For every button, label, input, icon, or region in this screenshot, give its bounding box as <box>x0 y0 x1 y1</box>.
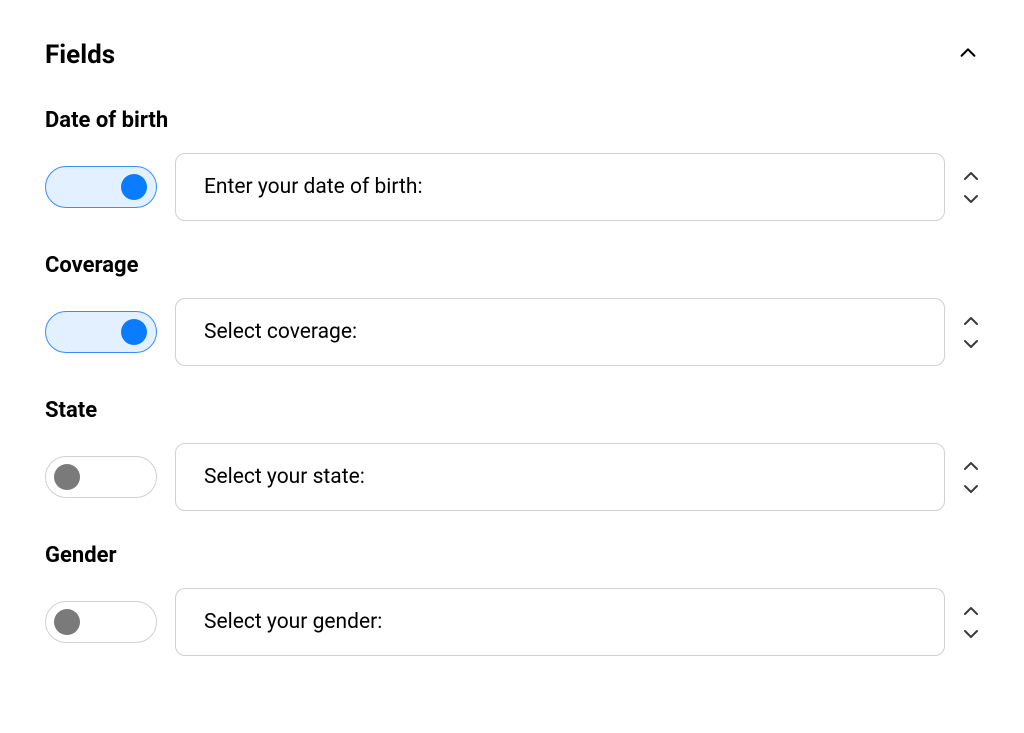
field-row <box>45 443 979 511</box>
reorder-control <box>963 456 979 498</box>
field-date-of-birth: Date of birth <box>45 108 979 221</box>
chevron-up-icon <box>957 49 979 68</box>
field-gender: Gender <box>45 543 979 656</box>
field-label: State <box>45 398 979 423</box>
toggle-date-of-birth[interactable] <box>45 166 157 208</box>
field-label: Coverage <box>45 253 979 278</box>
section-title: Fields <box>45 40 115 70</box>
input-gender[interactable] <box>175 588 945 656</box>
toggle-knob <box>121 174 147 200</box>
collapse-section-button[interactable] <box>957 42 979 68</box>
move-down-button[interactable] <box>963 334 979 353</box>
reorder-control <box>963 601 979 643</box>
toggle-coverage[interactable] <box>45 311 157 353</box>
input-coverage[interactable] <box>175 298 945 366</box>
field-state: State <box>45 398 979 511</box>
toggle-state[interactable] <box>45 456 157 498</box>
move-down-button[interactable] <box>963 624 979 643</box>
fields-section-header: Fields <box>45 40 979 70</box>
field-label: Gender <box>45 543 979 568</box>
field-coverage: Coverage <box>45 253 979 366</box>
field-row <box>45 298 979 366</box>
reorder-control <box>963 311 979 353</box>
field-row <box>45 588 979 656</box>
move-up-button[interactable] <box>963 456 979 475</box>
toggle-knob <box>54 609 80 635</box>
move-up-button[interactable] <box>963 601 979 620</box>
toggle-knob <box>54 464 80 490</box>
toggle-gender[interactable] <box>45 601 157 643</box>
move-down-button[interactable] <box>963 189 979 208</box>
toggle-knob <box>121 319 147 345</box>
move-up-button[interactable] <box>963 311 979 330</box>
reorder-control <box>963 166 979 208</box>
field-row <box>45 153 979 221</box>
field-label: Date of birth <box>45 108 979 133</box>
input-state[interactable] <box>175 443 945 511</box>
input-date-of-birth[interactable] <box>175 153 945 221</box>
move-down-button[interactable] <box>963 479 979 498</box>
move-up-button[interactable] <box>963 166 979 185</box>
